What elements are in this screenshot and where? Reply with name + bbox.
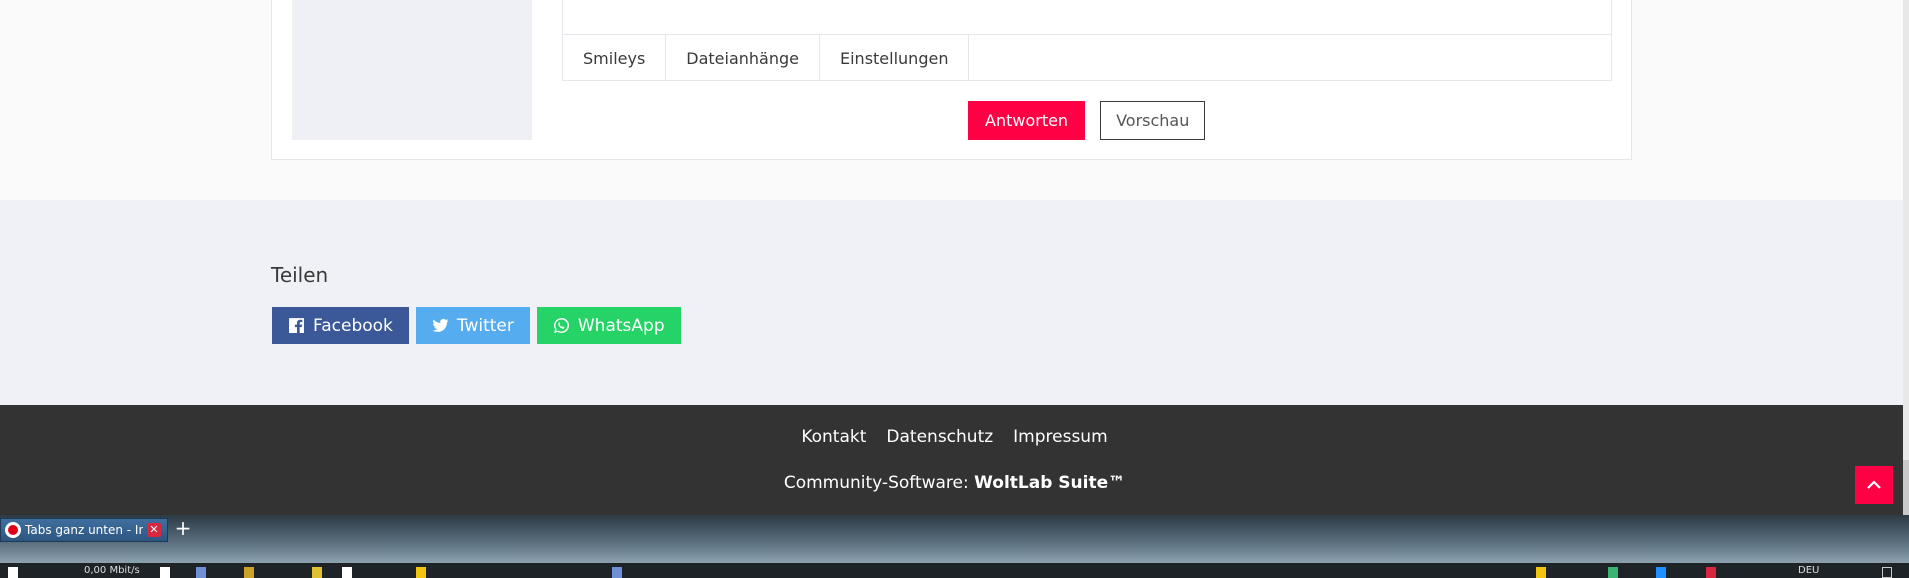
browser-tab-bar: Tabs ganz unten - In ✕ + bbox=[0, 515, 1909, 563]
share-title: Teilen bbox=[271, 263, 329, 287]
folder-icon[interactable] bbox=[312, 567, 322, 578]
footer-link-contact[interactable]: Kontakt bbox=[801, 427, 866, 447]
app-icon[interactable] bbox=[342, 567, 352, 578]
preview-button[interactable]: Vorschau bbox=[1100, 101, 1206, 140]
tray-icon[interactable] bbox=[1536, 567, 1546, 578]
tab-smileys[interactable]: Smileys bbox=[563, 35, 667, 81]
os-taskbar: 0,00 Mbit/s DEU bbox=[0, 563, 1909, 578]
tray-icon[interactable] bbox=[1706, 567, 1716, 578]
app-icon[interactable] bbox=[244, 567, 254, 578]
notification-icon[interactable] bbox=[1882, 567, 1892, 578]
tab-settings[interactable]: Einstellungen bbox=[820, 35, 970, 81]
tray-icon[interactable] bbox=[1656, 567, 1666, 578]
network-speed: 0,00 Mbit/s bbox=[84, 565, 140, 576]
share-twitter-button[interactable]: Twitter bbox=[415, 307, 530, 344]
footer-link-privacy[interactable]: Datenschutz bbox=[886, 427, 993, 447]
message-area: Smileys Dateianhänge Einstellungen Antwo… bbox=[0, 0, 1909, 200]
whatsapp-icon bbox=[553, 318, 569, 333]
share-twitter-label: Twitter bbox=[456, 315, 514, 336]
share-facebook-button[interactable]: Facebook bbox=[272, 307, 409, 344]
copyright-prefix: Community-Software: bbox=[783, 473, 975, 493]
facebook-icon bbox=[289, 318, 304, 333]
page-footer: Kontakt Datenschutz Impressum Community-… bbox=[0, 405, 1909, 515]
start-icon[interactable] bbox=[8, 567, 18, 578]
editor-text-area[interactable] bbox=[563, 0, 1611, 35]
reply-button[interactable]: Antworten bbox=[968, 101, 1086, 140]
share-whatsapp-button[interactable]: WhatsApp bbox=[536, 307, 681, 344]
form-submit-buttons: Antworten Vorschau bbox=[968, 101, 1206, 140]
close-tab-icon[interactable]: ✕ bbox=[147, 523, 161, 537]
app-icon[interactable] bbox=[196, 567, 206, 578]
footer-link-imprint[interactable]: Impressum bbox=[1013, 427, 1108, 447]
scrollbar-thumb[interactable] bbox=[1903, 460, 1909, 515]
copyright-brand-link[interactable]: WoltLab Suite™ bbox=[974, 473, 1125, 493]
site-favicon-icon bbox=[5, 522, 21, 538]
message-editor: Smileys Dateianhänge Einstellungen bbox=[562, 0, 1612, 81]
tab-attachments[interactable]: Dateianhänge bbox=[666, 35, 820, 81]
tray-icon[interactable] bbox=[1608, 567, 1618, 578]
user-sidebar bbox=[292, 0, 532, 140]
new-tab-button[interactable]: + bbox=[173, 516, 193, 540]
footer-nav: Kontakt Datenschutz Impressum bbox=[0, 427, 1909, 447]
share-section: Teilen Facebook Twitter WhatsApp bbox=[0, 200, 1909, 405]
app-icon[interactable] bbox=[416, 567, 426, 578]
footer-copyright: Community-Software: WoltLab Suite™ bbox=[0, 473, 1909, 493]
editor-tab-bar: Smileys Dateianhänge Einstellungen bbox=[563, 35, 970, 81]
browser-tab-title: Tabs ganz unten - In bbox=[25, 523, 143, 537]
scroll-to-top-button[interactable] bbox=[1855, 466, 1893, 504]
share-whatsapp-label: WhatsApp bbox=[577, 315, 665, 336]
share-buttons: Facebook Twitter WhatsApp bbox=[272, 307, 681, 344]
app-icon[interactable] bbox=[612, 567, 622, 578]
chevron-up-icon bbox=[1867, 480, 1881, 489]
twitter-icon bbox=[432, 318, 449, 332]
input-language[interactable]: DEU bbox=[1798, 565, 1819, 578]
share-facebook-label: Facebook bbox=[313, 315, 393, 336]
browser-tab[interactable]: Tabs ganz unten - In ✕ bbox=[0, 518, 168, 542]
app-icon[interactable] bbox=[160, 567, 170, 578]
page-scrollbar[interactable] bbox=[1903, 0, 1909, 515]
